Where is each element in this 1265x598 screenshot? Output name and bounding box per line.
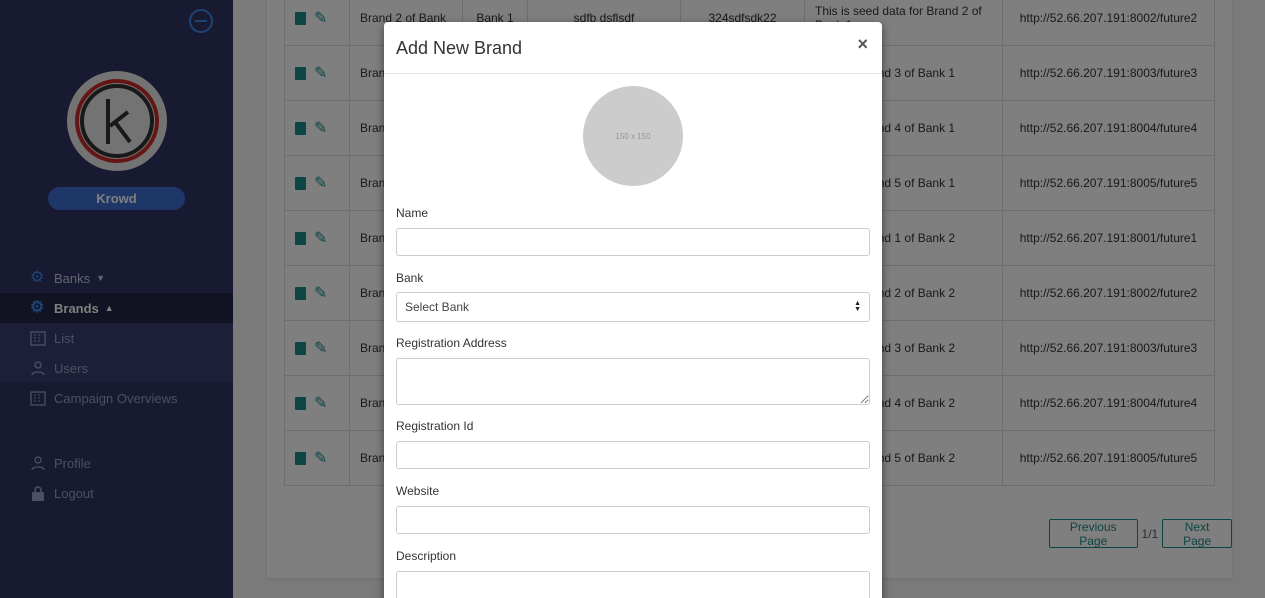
add-brand-modal: Add New Brand × 150 x 150 Name Bank Sele…: [384, 22, 882, 598]
bank-label: Bank: [396, 271, 424, 285]
modal-header: Add New Brand ×: [384, 22, 882, 74]
description-label: Description: [396, 549, 457, 563]
website-label: Website: [396, 484, 440, 498]
registration-id-input[interactable]: [396, 441, 870, 469]
name-input[interactable]: [396, 228, 870, 256]
bank-select-value: Select Bank: [405, 300, 470, 314]
registration-address-label: Registration Address: [396, 336, 507, 350]
website-input[interactable]: [396, 506, 870, 534]
name-label: Name: [396, 206, 429, 220]
registration-address-input[interactable]: [396, 358, 870, 405]
bank-select[interactable]: Select Bank ▲ ▼: [396, 292, 870, 322]
description-input[interactable]: [396, 571, 870, 598]
registration-id-label: Registration Id: [396, 419, 474, 433]
modal-title: Add New Brand: [396, 38, 523, 58]
close-icon[interactable]: ×: [857, 34, 868, 55]
select-arrows-icon: ▲ ▼: [854, 300, 861, 313]
brand-image-upload[interactable]: 150 x 150: [583, 86, 683, 186]
